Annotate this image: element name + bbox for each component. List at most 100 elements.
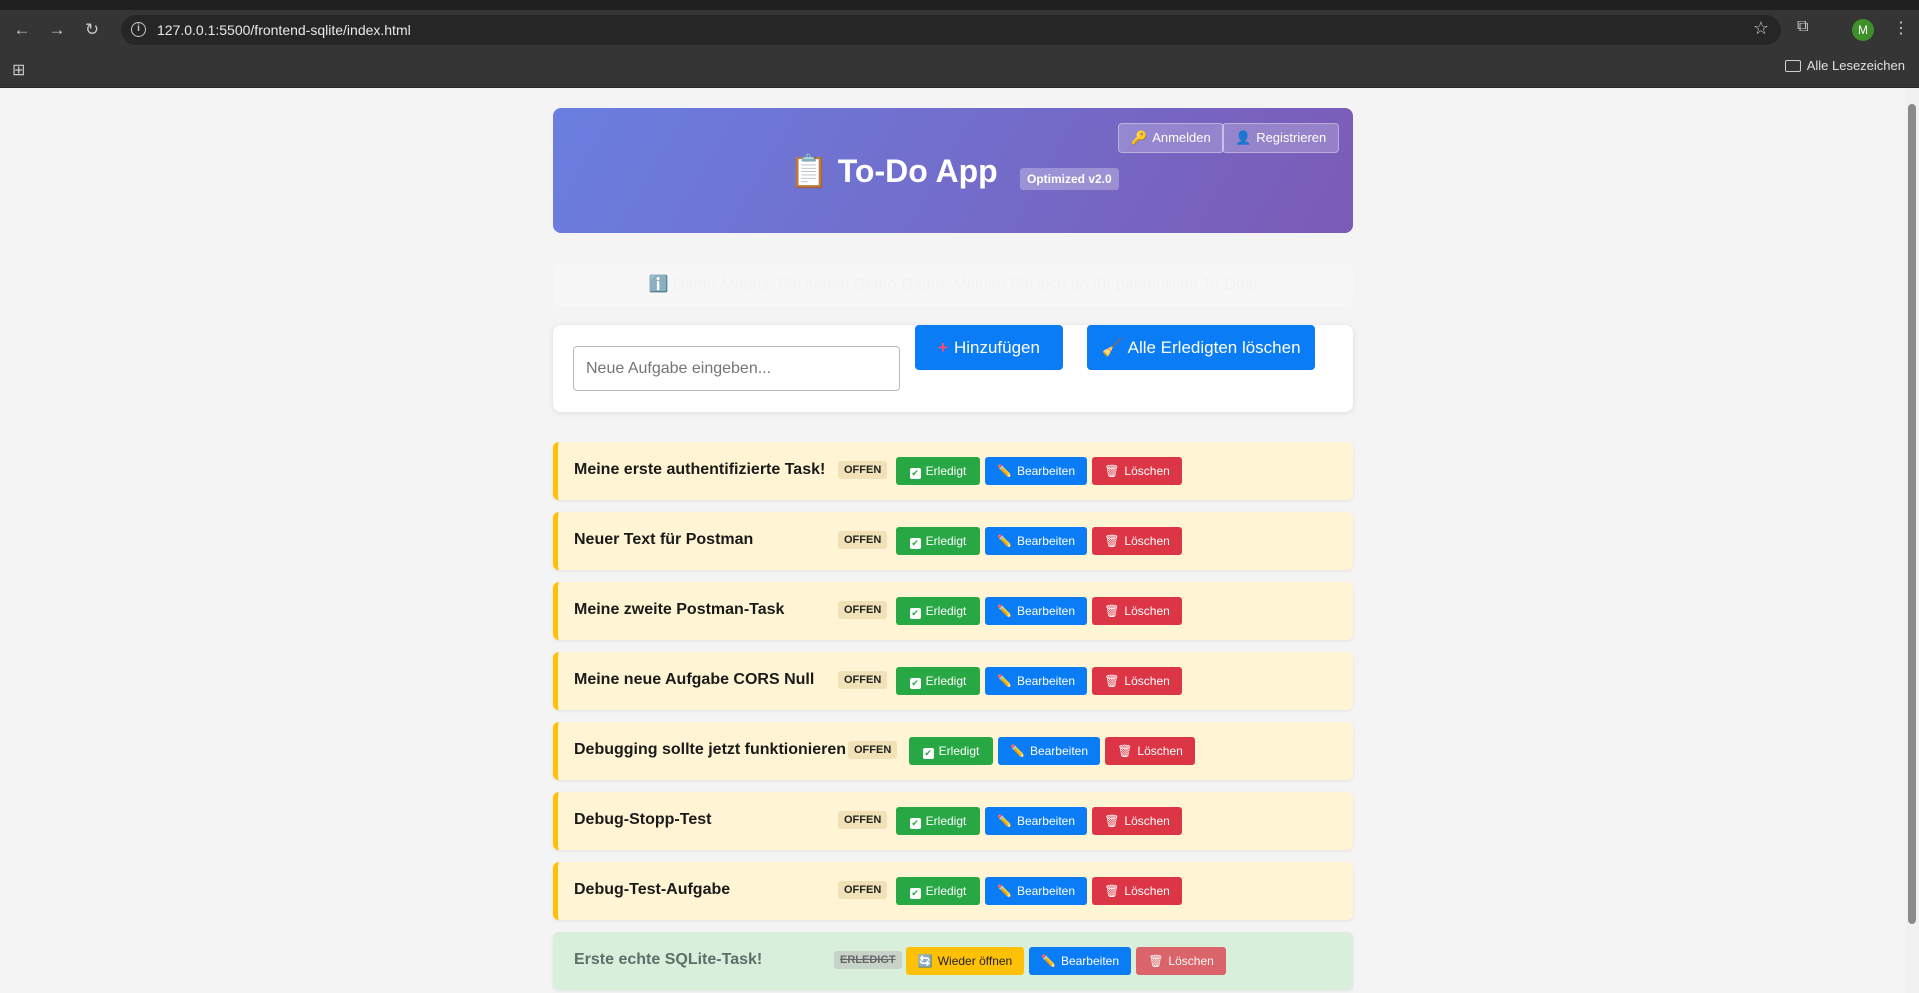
trash-icon: 🗑	[1104, 534, 1120, 548]
page-title-text: To-Do App	[837, 153, 998, 189]
delete-button[interactable]: 🗑 Löschen	[1092, 457, 1182, 485]
done-button[interactable]: ✔ Erledigt	[909, 737, 993, 765]
app-header: 🔑 Anmelden 👤 Registrieren 📋 To-Do App Opti…	[553, 108, 1353, 233]
clear-done-button[interactable]: 🧹 Alle Erledigten löschen	[1087, 325, 1315, 370]
status-badge: OFFEN	[838, 881, 888, 899]
site-info-icon[interactable]: i	[131, 22, 146, 37]
delete-button[interactable]: 🗑 Löschen	[1092, 527, 1182, 555]
add-task-button[interactable]: + Hinzufügen	[915, 325, 1063, 370]
trash-icon: 🗑	[1104, 674, 1120, 688]
all-bookmarks-button[interactable]: Alle Lesezeichen	[1784, 58, 1905, 73]
browser-menu-icon[interactable]: ⋮	[1893, 18, 1909, 38]
pencil-icon: ✏️	[1010, 744, 1025, 758]
trash-icon: 🗑	[1117, 744, 1133, 758]
pencil-icon: ✏️	[997, 534, 1012, 548]
profile-avatar[interactable]: M	[1852, 19, 1874, 41]
task-title: Meine neue Aufgabe CORS Null	[574, 671, 815, 688]
login-label: Anmelden	[1152, 130, 1211, 145]
status-badge: OFFEN	[838, 671, 888, 689]
page-title: 📋 To-Do App	[789, 152, 998, 190]
task-title: Neuer Text für Postman	[574, 531, 754, 548]
edit-button[interactable]: ✏️ Bearbeiten	[985, 597, 1087, 625]
edit-button[interactable]: ✏️ Bearbeiten	[985, 457, 1087, 485]
status-badge: OFFEN	[838, 601, 888, 619]
check-icon: ✔	[909, 818, 921, 829]
delete-button[interactable]: 🗑 Löschen	[1092, 877, 1182, 905]
delete-button[interactable]: 🗑 Löschen	[1092, 597, 1182, 625]
task-item: Meine erste authentifizierte Task! OFFEN…	[553, 442, 1353, 500]
status-badge: OFFEN	[838, 461, 888, 479]
edit-button[interactable]: ✏️ Bearbeiten	[985, 877, 1087, 905]
plus-icon: +	[938, 338, 948, 357]
demo-notice-text: Demo-Modus: Sie sehen Demo-Daten. Melden…	[673, 276, 1258, 293]
pencil-icon: ✏️	[997, 884, 1012, 898]
register-button[interactable]: 👤 Registrieren	[1222, 123, 1340, 153]
done-button[interactable]: ✔ Erledigt	[896, 457, 980, 485]
task-item: Neuer Text für Postman OFFEN ✔ Erledigt ✏…	[553, 512, 1353, 570]
status-badge: OFFEN	[838, 531, 888, 549]
task-title: Erste echte SQLite-Task!	[574, 951, 763, 968]
task-title: Debug-Stopp-Test	[574, 811, 712, 828]
task-item: Meine zweite Postman-Task OFFEN ✔ Erledig…	[553, 582, 1353, 640]
add-task-form: + Hinzufügen 🧹Alle Erledigten löschen	[553, 325, 1353, 412]
edit-button[interactable]: ✏️ Bearbeiten	[998, 737, 1100, 765]
new-task-input[interactable]	[573, 346, 900, 391]
key-icon: 🔑	[1131, 130, 1148, 145]
edit-button[interactable]: ✏️ Bearbeiten	[985, 527, 1087, 555]
clear-done-label: Alle Erledigten löschen	[1127, 338, 1301, 357]
task-item: Erste echte SQLite-Task! ERLEDIGT 🔄 Wiede…	[553, 932, 1353, 990]
edit-button[interactable]: ✏️ Bearbeiten	[985, 667, 1087, 695]
task-item: Debug-Test-Aufgabe OFFEN ✔ Erledigt ✏️ Bea…	[553, 862, 1353, 920]
delete-button[interactable]: 🗑 Löschen	[1092, 807, 1182, 835]
trash-icon: 🗑	[1148, 954, 1164, 968]
browser-toolbar: ← → ↻ i 127.0.0.1:5500/frontend-sqlite/i…	[0, 10, 1919, 50]
broom-icon: 🧹	[1101, 338, 1123, 357]
scrollbar-thumb[interactable]	[1908, 104, 1916, 924]
reload-icon[interactable]: ↻	[80, 18, 104, 42]
bookmarks-bar: ⊞ Alle Lesezeichen	[0, 50, 1919, 88]
back-icon[interactable]: ←	[10, 18, 34, 42]
user-icon: 👤	[1235, 130, 1252, 145]
status-badge: OFFEN	[848, 741, 898, 759]
check-icon: ✔	[922, 748, 934, 759]
done-button[interactable]: ✔ Erledigt	[896, 877, 980, 905]
check-icon: ✔	[909, 678, 921, 689]
browser-tabstrip	[0, 0, 1919, 10]
task-title: Debugging sollte jetzt funktionieren	[574, 741, 846, 758]
add-task-label: Hinzufügen	[953, 338, 1040, 357]
done-button[interactable]: ✔ Erledigt	[896, 527, 980, 555]
task-item: Meine neue Aufgabe CORS Null OFFEN ✔ Erle…	[553, 652, 1353, 710]
apps-grid-icon[interactable]: ⊞	[12, 60, 25, 80]
task-item: Debug-Stopp-Test OFFEN ✔ Erledigt ✏️ Bearb…	[553, 792, 1353, 850]
trash-icon: 🗑	[1104, 884, 1120, 898]
bookmark-star-icon[interactable]: ☆	[1753, 18, 1769, 39]
task-title: Debug-Test-Aufgabe	[574, 881, 731, 898]
address-bar[interactable]: i 127.0.0.1:5500/frontend-sqlite/index.h…	[121, 15, 1781, 45]
done-button[interactable]: ✔ Erledigt	[896, 597, 980, 625]
edit-button[interactable]: ✏️ Bearbeiten	[985, 807, 1087, 835]
version-badge: Optimized v2.0	[1020, 168, 1119, 190]
login-button[interactable]: 🔑 Anmelden	[1118, 123, 1224, 153]
pencil-icon: ✏️	[1041, 954, 1056, 968]
url-text: 127.0.0.1:5500/frontend-sqlite/index.htm…	[157, 22, 411, 38]
done-button[interactable]: ✔ Erledigt	[896, 807, 980, 835]
delete-button[interactable]: 🗑 Löschen	[1092, 667, 1182, 695]
done-button[interactable]: ✔ Erledigt	[896, 667, 980, 695]
status-badge: OFFEN	[838, 811, 888, 829]
delete-button[interactable]: 🗑 Löschen	[1136, 947, 1226, 975]
register-label: Registrieren	[1256, 130, 1327, 145]
page-scrollbar[interactable]	[1905, 88, 1919, 993]
extensions-icon[interactable]: ⧉	[1797, 18, 1817, 38]
demo-notice: ℹ️ Demo-Modus: Sie sehen Demo-Daten. Mel…	[553, 264, 1353, 306]
forward-icon[interactable]: →	[45, 18, 69, 42]
pencil-icon: ✏️	[997, 464, 1012, 478]
check-icon: ✔	[909, 468, 921, 479]
delete-button[interactable]: 🗑 Löschen	[1105, 737, 1195, 765]
pencil-icon: ✏️	[997, 814, 1012, 828]
reopen-button[interactable]: 🔄 Wieder öffnen	[906, 947, 1024, 975]
info-icon: ℹ️	[648, 276, 669, 293]
edit-button[interactable]: ✏️ Bearbeiten	[1029, 947, 1131, 975]
reopen-icon: 🔄	[917, 954, 933, 968]
task-item: Debugging sollte jetzt funktionieren OFF…	[553, 722, 1353, 780]
pencil-icon: ✏️	[997, 674, 1012, 688]
